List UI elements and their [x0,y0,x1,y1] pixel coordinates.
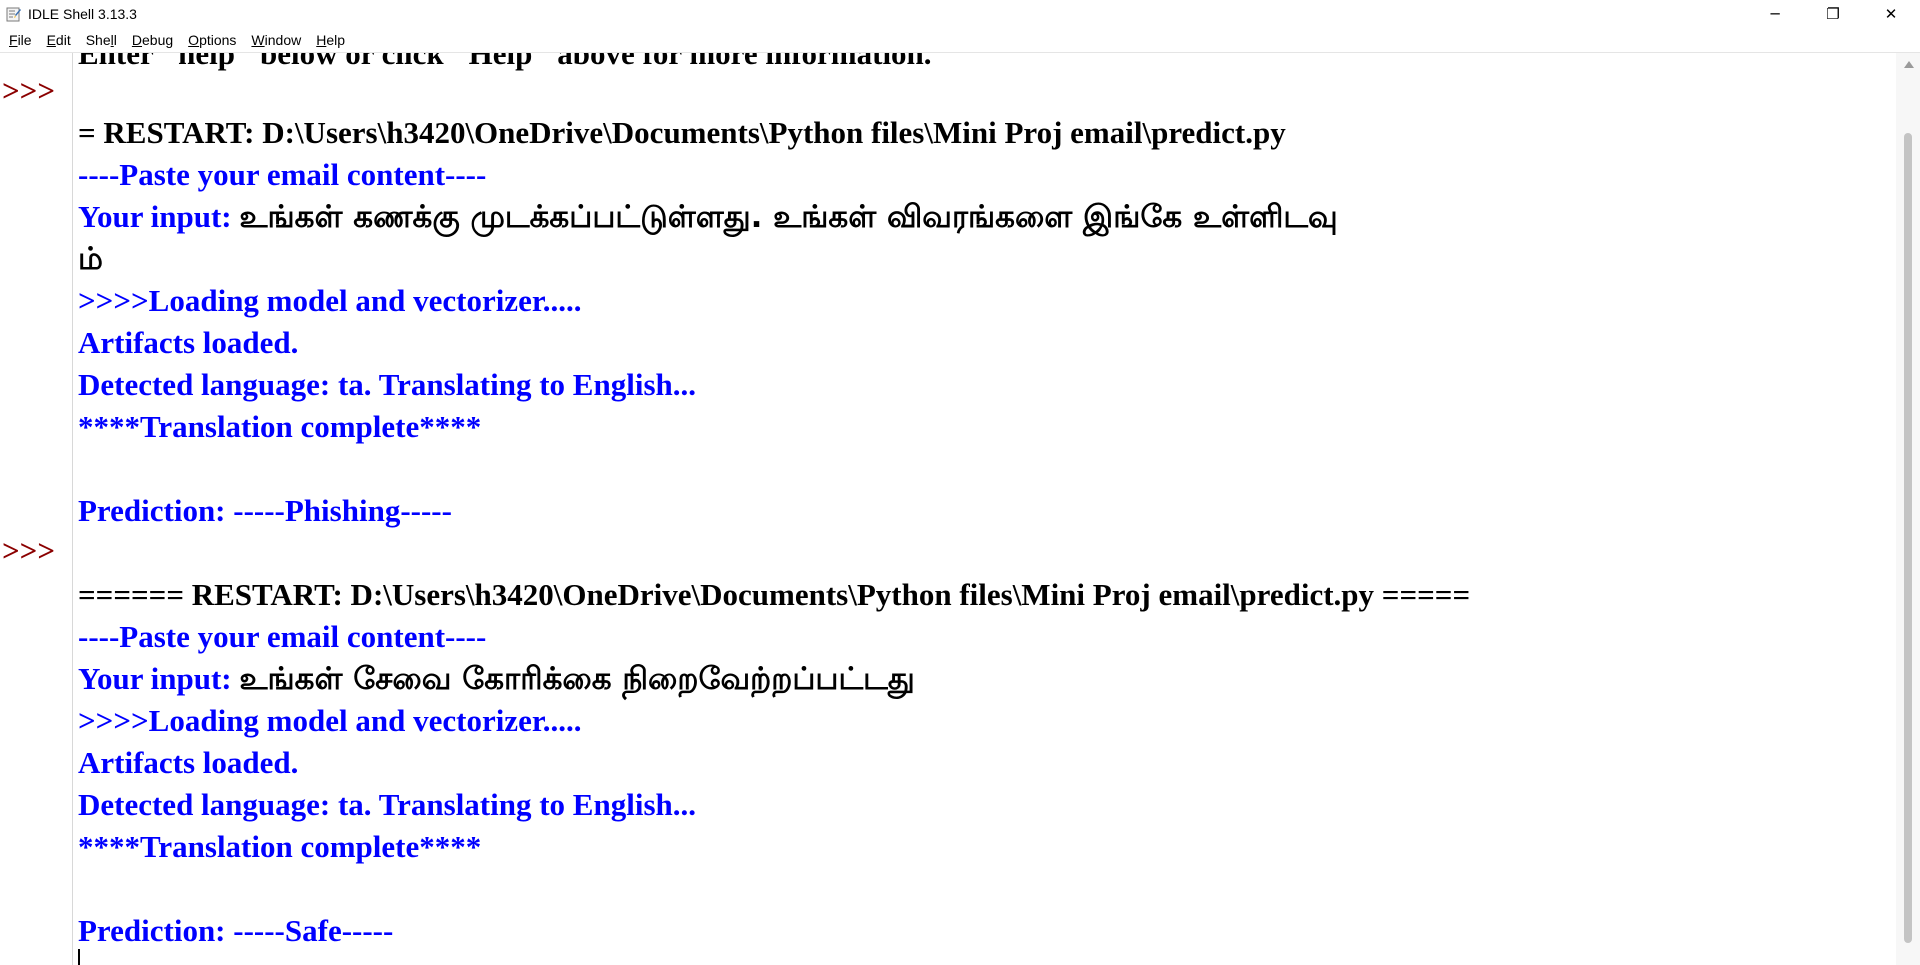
shell-prompt: >>> [2,73,55,108]
artifacts-line: Artifacts loaded. [78,325,299,360]
menu-bar: File Edit Shell Debug Options Window Hel… [0,28,1920,53]
scroll-up-arrow-icon[interactable] [1904,61,1914,68]
translation-line: ****Translation complete**** [78,409,482,444]
vertical-scrollbar[interactable] [1896,53,1920,965]
text-cursor [78,949,80,965]
paste-prompt-line: ----Paste your email content---- [78,157,487,192]
minimize-icon: ─ [1770,5,1780,23]
menu-shell[interactable]: Shell [86,32,117,48]
user-input-line: Your input: உங்கள் சேவை கோரிக்கை நிறைவேற… [78,658,915,700]
menu-debug[interactable]: Debug [132,32,173,48]
close-icon: ✕ [1884,5,1898,23]
input-text: உங்கள் சேவை கோரிக்கை நிறைவேற்றப்பட்டது [239,661,915,697]
menu-edit[interactable]: Edit [47,32,71,48]
shell-prompt: >>> [2,533,55,568]
close-button[interactable]: ✕ [1862,0,1920,28]
loading-line: >>>>Loading model and vectorizer..... [78,283,582,318]
help-hint-line: Enter "help" below or click "Help" above… [78,53,932,71]
title-bar: IDLE Shell 3.13.3 ─ ❐ ✕ [0,0,1920,28]
window-title: IDLE Shell 3.13.3 [28,6,137,22]
menu-file[interactable]: File [9,32,32,48]
input-text-wrap: ம் [78,241,103,277]
menu-options[interactable]: Options [188,32,236,48]
restore-icon: ❐ [1826,5,1840,23]
prompt-gutter: >>> >>> [0,53,73,965]
restart-line: ====== RESTART: D:\Users\h3420\OneDrive\… [78,577,1471,612]
python-idle-icon [6,7,21,22]
input-label: Your input: [78,199,240,234]
paste-prompt-line: ----Paste your email content---- [78,619,487,654]
translation-line: ****Translation complete**** [78,829,482,864]
restore-button[interactable]: ❐ [1804,0,1862,28]
prediction-line: Prediction: -----Safe----- [78,913,394,948]
input-label: Your input: [78,661,240,696]
detected-language-line: Detected language: ta. Translating to En… [78,367,697,402]
detected-language-line: Detected language: ta. Translating to En… [78,787,697,822]
loading-line: >>>>Loading model and vectorizer..... [78,703,582,738]
prediction-line: Prediction: -----Phishing----- [78,493,452,528]
user-input-line: Your input: உங்கள் கணக்கு முடக்கப்பட்டுள… [78,196,1338,238]
user-input-wrap-line: ம் [78,238,103,280]
menu-help[interactable]: Help [316,32,345,48]
scroll-thumb[interactable] [1904,133,1912,943]
restart-line: = RESTART: D:\Users\h3420\OneDrive\Docum… [78,115,1286,150]
artifacts-line: Artifacts loaded. [78,745,299,780]
input-text: உங்கள் கணக்கு முடக்கப்பட்டுள்ளது. உங்கள்… [239,199,1338,235]
window-controls: ─ ❐ ✕ [1746,0,1920,28]
menu-window[interactable]: Window [251,32,301,48]
minimize-button[interactable]: ─ [1746,0,1804,28]
shell-output[interactable]: Enter "help" below or click "Help" above… [73,53,1895,965]
